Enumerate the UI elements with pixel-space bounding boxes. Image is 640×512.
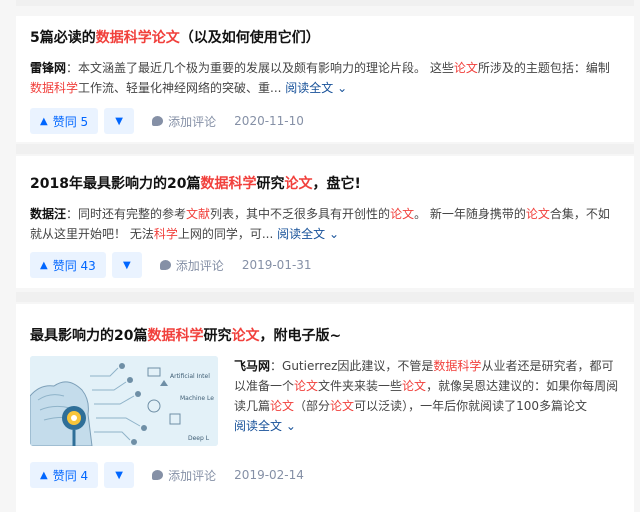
chevron-down-icon: ⌄ bbox=[328, 227, 340, 241]
thumb-label: Artificial Intel bbox=[170, 373, 210, 380]
triangle-down-icon: ▼ bbox=[115, 115, 123, 127]
read-more-link[interactable]: 阅读全文 ⌄ bbox=[285, 81, 347, 95]
triangle-up-icon: ▲ bbox=[40, 259, 48, 271]
author-name: 数据汪 bbox=[30, 207, 67, 221]
read-more-link[interactable]: 阅读全文 ⌄ bbox=[277, 227, 339, 241]
triangle-up-icon: ▲ bbox=[40, 469, 48, 481]
vote-count: 赞同 43 bbox=[52, 258, 96, 273]
excerpt-highlight: 数据科学 bbox=[30, 81, 79, 95]
title-text: 5篇必读的 bbox=[30, 30, 96, 46]
article-title-1[interactable]: 5篇必读的数据科学论文（以及如何使用它们） bbox=[30, 28, 620, 48]
add-comment-button[interactable]: 添加评论 bbox=[159, 257, 224, 274]
comment-icon bbox=[152, 116, 164, 126]
excerpt-highlight: 论文 bbox=[453, 61, 478, 75]
read-more-link[interactable]: 阅读全文 ⌄ bbox=[234, 419, 296, 433]
add-comment-button[interactable]: 添加评论 bbox=[152, 113, 216, 130]
card-divider bbox=[16, 144, 634, 154]
article-excerpt-3[interactable]: 飞马网：Gutierrez因此建议，不管是数据科学从业者还是研究者，都可以准备一… bbox=[234, 356, 620, 446]
triangle-up-icon: ▲ bbox=[40, 115, 48, 127]
downvote-button[interactable]: ▼ bbox=[111, 252, 142, 278]
upvote-button[interactable]: ▲ 赞同 4 bbox=[30, 462, 99, 488]
article-card-1: 5篇必读的数据科学论文（以及如何使用它们） 雷锋网：本文涵盖了最近几个极为重要的… bbox=[16, 16, 634, 142]
downvote-button[interactable]: ▼ bbox=[104, 462, 135, 488]
post-date: 2019-02-14 bbox=[234, 468, 304, 482]
article-title-2[interactable]: 2018年最具影响力的20篇数据科学研究论文，盘它! bbox=[30, 174, 620, 194]
post-date: 2020-11-10 bbox=[234, 114, 304, 128]
comment-icon bbox=[159, 260, 171, 270]
triangle-down-icon: ▼ bbox=[115, 469, 123, 481]
add-comment-button[interactable]: 添加评论 bbox=[152, 467, 216, 484]
author-name: 雷锋网 bbox=[30, 61, 67, 75]
triangle-down-icon: ▼ bbox=[122, 259, 131, 271]
vote-count: 赞同 4 bbox=[52, 468, 89, 483]
article-title-3[interactable]: 最具影响力的20篇数据科学研究论文，附电子版~ bbox=[30, 326, 620, 346]
upvote-button[interactable]: ▲ 赞同 43 bbox=[30, 252, 106, 278]
author-name: 飞马网 bbox=[234, 359, 271, 373]
excerpt-text: ：本文涵盖了最近几个极为重要的发展以及颇有影响力的理论片段。 这些 bbox=[66, 61, 454, 75]
excerpt-text: 所涉及的主题包括：编制 bbox=[477, 61, 610, 75]
card-divider bbox=[16, 292, 634, 302]
downvote-button[interactable]: ▼ bbox=[104, 108, 135, 134]
action-bar: ▲ 赞同 4 ▼ 添加评论 2019-02-14 bbox=[30, 460, 620, 490]
chevron-down-icon: ⌄ bbox=[285, 419, 296, 433]
article-body-3: Artificial Intel Machine Le Deep L 飞马网：G… bbox=[30, 356, 620, 446]
vote-count: 赞同 5 bbox=[52, 114, 89, 129]
article-card-3: 最具影响力的20篇数据科学研究论文，附电子版~ Artificial Intel… bbox=[16, 304, 634, 512]
article-thumbnail[interactable]: Artificial Intel Machine Le Deep L bbox=[30, 356, 218, 446]
article-excerpt-1[interactable]: 雷锋网：本文涵盖了最近几个极为重要的发展以及颇有影响力的理论片段。 这些论文所涉… bbox=[30, 58, 620, 98]
article-card-2: 2018年最具影响力的20篇数据科学研究论文，盘它! 数据汪：同时还有完整的参考… bbox=[16, 156, 634, 288]
title-text: （以及如何使用它们） bbox=[179, 30, 320, 46]
excerpt-text: 工作流、轻量化神经网络的突破、重... bbox=[78, 81, 282, 95]
action-bar: ▲ 赞同 5 ▼ 添加评论 2020-11-10 bbox=[30, 106, 620, 136]
thumb-label: Machine Le bbox=[180, 395, 214, 402]
title-highlight: 数据科学论文 bbox=[95, 30, 180, 46]
article-excerpt-2[interactable]: 数据汪：同时还有完整的参考文献列表，其中不乏很多具有开创性的论文。 新一年随身携… bbox=[30, 204, 620, 244]
post-date: 2019-01-31 bbox=[241, 258, 312, 272]
action-bar: ▲ 赞同 43 ▼ 添加评论 2019-01-31 bbox=[30, 250, 620, 280]
top-divider bbox=[16, 0, 634, 6]
chevron-down-icon: ⌄ bbox=[337, 81, 348, 95]
thumb-label: Deep L bbox=[188, 435, 210, 442]
comment-icon bbox=[152, 470, 164, 480]
upvote-button[interactable]: ▲ 赞同 5 bbox=[30, 108, 99, 134]
